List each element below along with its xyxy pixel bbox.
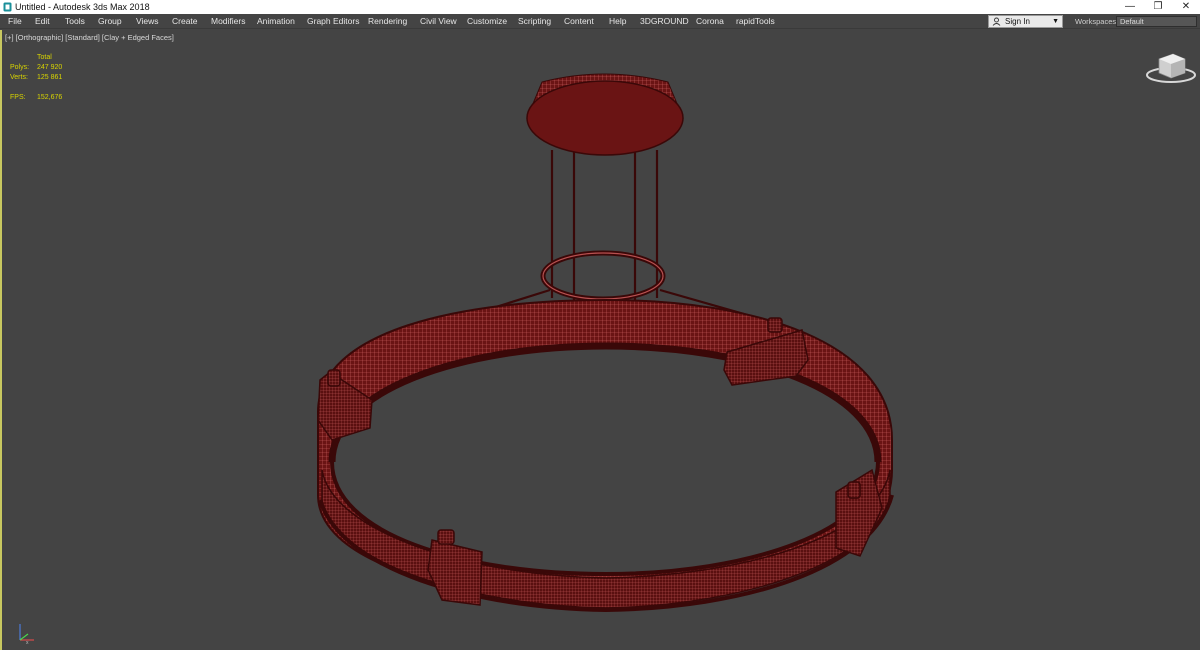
app-icon bbox=[3, 2, 12, 12]
ceiling-canopy bbox=[526, 73, 684, 156]
sign-in-dropdown[interactable]: Sign In ▼ bbox=[988, 15, 1063, 28]
chandelier-mesh[interactable] bbox=[2, 30, 1200, 650]
menu-edit[interactable]: Edit bbox=[35, 14, 50, 29]
menu-civil-view[interactable]: Civil View bbox=[420, 14, 457, 29]
viewport[interactable]: [+] [Orthographic] [Standard] [Clay + Ed… bbox=[0, 30, 1200, 650]
menu-tools[interactable]: Tools bbox=[65, 14, 85, 29]
svg-text:x: x bbox=[26, 640, 29, 646]
menu-group[interactable]: Group bbox=[98, 14, 122, 29]
window-title: Untitled - Autodesk 3ds Max 2018 bbox=[15, 2, 150, 12]
workspaces-label: Workspaces: bbox=[1075, 17, 1119, 26]
menu-animation[interactable]: Animation bbox=[257, 14, 295, 29]
close-button[interactable]: ✕ bbox=[1172, 0, 1200, 14]
menu-rendering[interactable]: Rendering bbox=[368, 14, 407, 29]
axis-tripod-icon: x bbox=[19, 624, 34, 646]
title-bar: Untitled - Autodesk 3ds Max 2018 — ❐ ✕ bbox=[0, 0, 1200, 14]
sign-in-label: Sign In bbox=[1005, 17, 1030, 26]
menu-create[interactable]: Create bbox=[172, 14, 198, 29]
menu-modifiers[interactable]: Modifiers bbox=[211, 14, 245, 29]
menu-scripting[interactable]: Scripting bbox=[518, 14, 551, 29]
user-icon bbox=[992, 17, 1001, 26]
workspace-select[interactable]: Default bbox=[1116, 16, 1197, 27]
menu-corona[interactable]: Corona bbox=[696, 14, 724, 29]
menu-help[interactable]: Help bbox=[609, 14, 626, 29]
menu-customize[interactable]: Customize bbox=[467, 14, 507, 29]
menu-file[interactable]: File bbox=[8, 14, 22, 29]
menu-views[interactable]: Views bbox=[136, 14, 159, 29]
menu-bar: File Edit Tools Group Views Create Modif… bbox=[0, 14, 1200, 29]
minimize-button[interactable]: — bbox=[1116, 0, 1144, 14]
maximize-button[interactable]: ❐ bbox=[1144, 0, 1172, 14]
menu-3dground[interactable]: 3DGROUND bbox=[640, 14, 689, 29]
menu-content[interactable]: Content bbox=[564, 14, 594, 29]
chevron-down-icon: ▼ bbox=[1052, 18, 1059, 25]
menu-rapidtools[interactable]: rapidTools bbox=[736, 14, 775, 29]
viewcube-icon[interactable] bbox=[1145, 51, 1197, 85]
menu-graph-editors[interactable]: Graph Editors bbox=[307, 14, 359, 29]
hub-ring-wire bbox=[542, 252, 664, 300]
